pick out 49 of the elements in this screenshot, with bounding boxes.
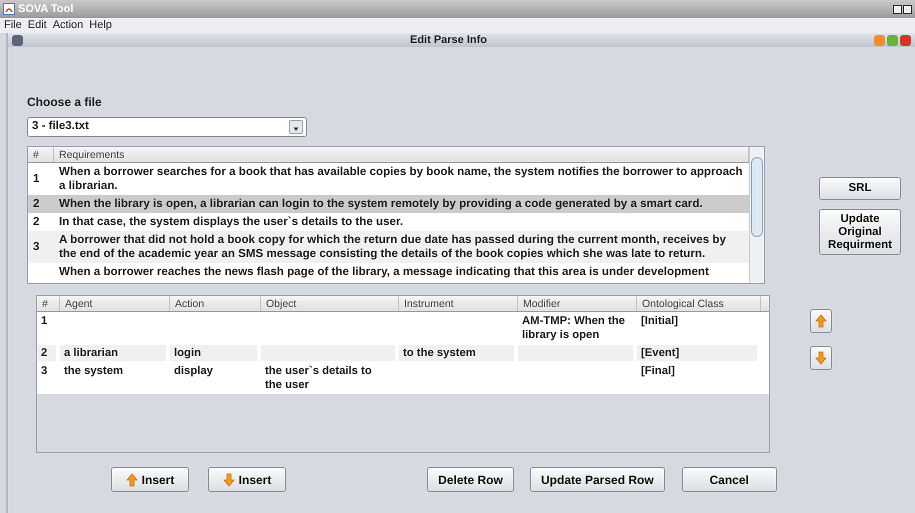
column-header: Action xyxy=(170,296,261,311)
table-row[interactable]: 2 In that case, the system displays the user`s details to the user. xyxy=(28,213,749,231)
table-cell-text: the system xyxy=(63,364,124,379)
move-up-button[interactable] xyxy=(810,309,832,333)
action-button[interactable]: Update Parsed Row xyxy=(530,467,665,492)
table-row[interactable]: 3 A borrower that did not hold a book copy for which the return due date has passed during the current month, receives by the end of the academic year an SMS message consisting the details of the book copies which she was late to return. xyxy=(28,231,749,263)
up-arrow-icon xyxy=(815,314,827,328)
down-arrow-icon xyxy=(222,472,235,486)
column-header: Agent xyxy=(60,296,170,311)
table-cell-text: [Final] xyxy=(640,364,676,379)
insert-above-button[interactable]: Insert xyxy=(111,467,189,492)
column-header: Object xyxy=(261,296,399,311)
table-row[interactable]: When a borrower reaches the news flash page of the library, a message indicating that this area is under development xyxy=(28,263,749,281)
table-cell: [Event] xyxy=(637,345,757,361)
insert-below-button[interactable]: Insert xyxy=(208,467,286,492)
menu-item[interactable]: Edit xyxy=(28,17,47,34)
menu-item[interactable]: File xyxy=(4,17,22,34)
table-row[interactable]: 1 When a borrower searches for a book that has available copies by book name, the system notifies the borrower to approach a librarian. xyxy=(28,163,749,195)
table-cell-text: 1 xyxy=(40,314,48,329)
table-cell-text: the user`s details to the user xyxy=(264,364,373,393)
table-cell-text: AM-TMP: When the library is open xyxy=(521,314,626,343)
scrollbar[interactable] xyxy=(749,147,764,283)
menu-item[interactable]: Help xyxy=(89,17,112,34)
field-label: Choose a file xyxy=(27,94,103,111)
srl-button[interactable]: SRL xyxy=(819,177,901,200)
column-header: # xyxy=(37,296,60,311)
up-arrow-icon xyxy=(126,472,138,486)
dialog-title: Edit Parse Info xyxy=(408,32,488,48)
update-requirement-button[interactable]: Update Original Requirment xyxy=(819,209,901,255)
table-cell-text: [Initial] xyxy=(640,314,680,329)
action-button[interactable]: Delete Row xyxy=(427,467,514,492)
window-title: SOVA Tool xyxy=(18,2,74,17)
table-cell: to the system xyxy=(399,345,514,361)
column-header: Ontological Class xyxy=(637,296,761,311)
column-header: Instrument xyxy=(399,296,518,311)
column-header: Modifier xyxy=(518,296,637,311)
table-cell: a librarian xyxy=(60,345,166,361)
menu-item[interactable]: Action xyxy=(52,17,84,34)
action-button[interactable]: Cancel xyxy=(682,467,777,492)
column-header: # xyxy=(28,147,54,162)
down-arrow-icon xyxy=(815,351,827,365)
table-cell-text: 3 xyxy=(40,364,48,379)
app-icon xyxy=(3,3,15,15)
selected-row[interactable]: 2 When the library is open, a librarian can login to the system remotely by providing a code generated by a smart card. xyxy=(28,195,749,213)
table-cell: login xyxy=(170,345,257,361)
file-dropdown[interactable]: 3 - file3.txt xyxy=(27,117,307,137)
move-down-button[interactable] xyxy=(810,346,832,370)
table-cell: 2 xyxy=(37,345,56,361)
table-cell-text: display xyxy=(173,364,214,379)
